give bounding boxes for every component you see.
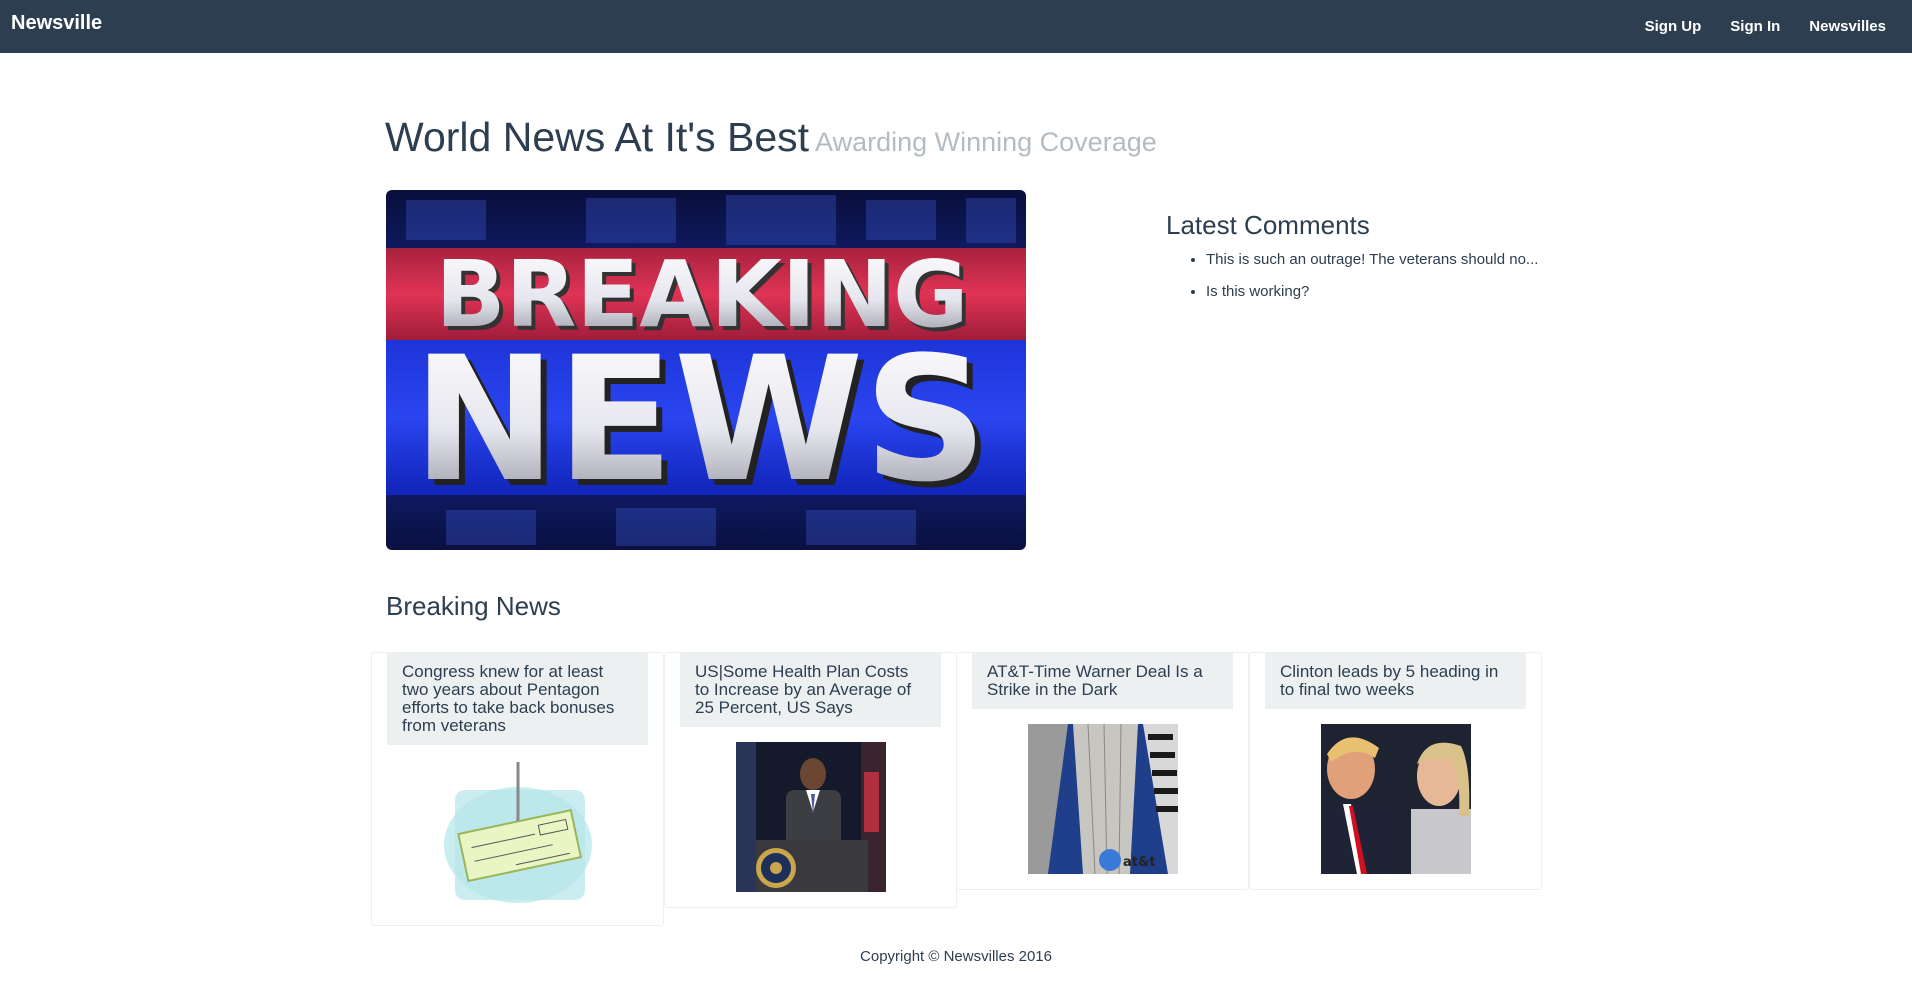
news-card-headline[interactable]: AT&T-Time Warner Deal Is a Strike in the… [972, 653, 1233, 709]
news-card[interactable]: US|Some Health Plan Costs to Increase by… [664, 652, 957, 908]
news-card-headline[interactable]: US|Some Health Plan Costs to Increase by… [680, 653, 941, 727]
news-card[interactable]: Congress knew for at least two years abo… [371, 652, 664, 926]
check-on-hook-image [442, 760, 593, 910]
latest-comments-title: Latest Comments [1166, 210, 1370, 240]
news-card-headline[interactable]: Congress knew for at least two years abo… [387, 653, 648, 745]
nav-links: Sign Up Sign In Newsvilles [1645, 0, 1886, 53]
news-card[interactable]: Clinton leads by 5 heading in to final t… [1249, 652, 1542, 890]
page-title-text: World News At It's Best [385, 114, 810, 160]
breaking-news-title: Breaking News [386, 591, 561, 621]
comment-item[interactable]: This is such an outrage! The veterans sh… [1206, 251, 1566, 283]
page-title: World News At It's Best Awarding Winning … [385, 114, 1157, 161]
svg-text:at&t: at&t [1123, 855, 1156, 870]
hero-breaking-news-image: BREAKING BREAKING NEWS NEWS [386, 190, 1026, 550]
footer-copyright: Copyright © Newsvilles 2016 [860, 948, 1052, 965]
sign-up-link[interactable]: Sign Up [1645, 18, 1702, 35]
two-candidates-image [1320, 724, 1471, 874]
comments-list: This is such an outrage! The veterans sh… [1206, 251, 1566, 315]
comment-item[interactable]: Is this working? [1206, 283, 1566, 315]
speaker-at-podium-image [735, 742, 886, 892]
att-building-image: at&t [1027, 724, 1178, 874]
news-card[interactable]: AT&T-Time Warner Deal Is a Strike in the… [956, 652, 1249, 890]
page-subtitle: Awarding Winning Coverage [815, 127, 1157, 157]
navbar: Newsville Sign Up Sign In Newsvilles [0, 0, 1912, 53]
newsvilles-link[interactable]: Newsvilles [1809, 18, 1886, 35]
brand-link[interactable]: Newsville [11, 12, 102, 35]
svg-text:NEWS: NEWS [412, 319, 987, 520]
sign-in-link[interactable]: Sign In [1730, 18, 1780, 35]
news-card-headline[interactable]: Clinton leads by 5 heading in to final t… [1265, 653, 1526, 709]
latest-comments: Latest Comments This is such an outrage!… [1166, 210, 1566, 315]
